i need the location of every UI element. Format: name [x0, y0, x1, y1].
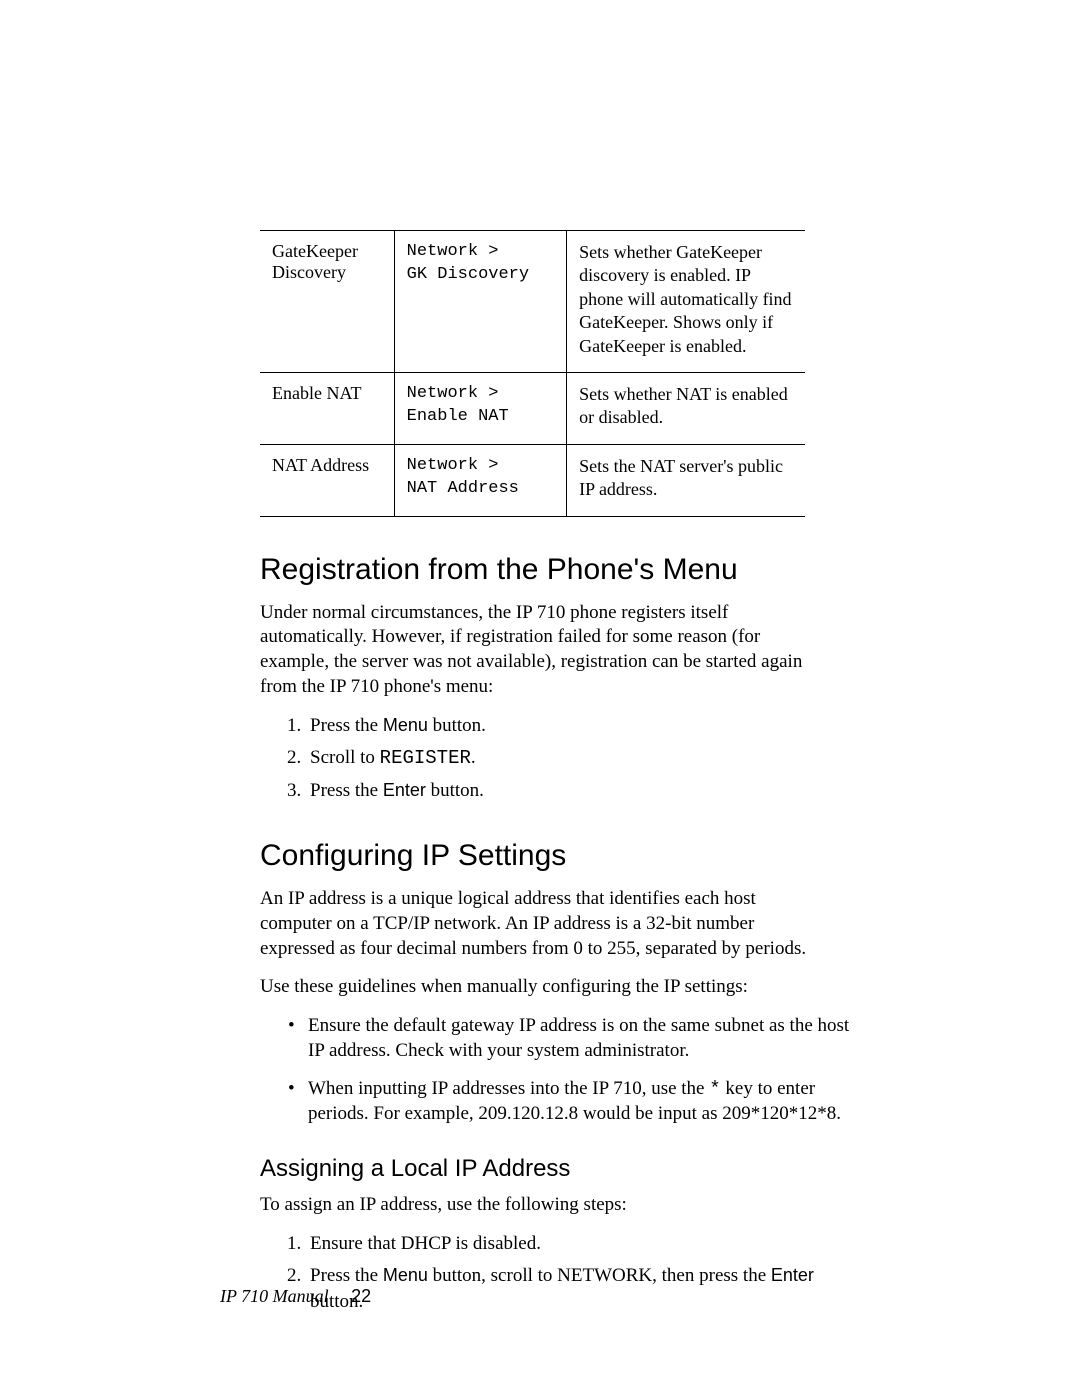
- manual-name: IP 710 Manual: [220, 1286, 329, 1306]
- setting-name: GateKeeper Discovery: [260, 231, 394, 373]
- table-row: GateKeeper Discovery Network > GK Discov…: [260, 231, 805, 373]
- paragraph: Use these guidelines when manually confi…: [260, 975, 820, 1000]
- setting-description: Sets the NAT server's public IP address.: [567, 444, 805, 516]
- list-item: Scroll to REGISTER.: [306, 745, 860, 772]
- settings-table: GateKeeper Discovery Network > GK Discov…: [260, 230, 805, 517]
- bullet-list: Ensure the default gateway IP address is…: [260, 1014, 860, 1127]
- steps-list: Press the Menu button. Scroll to REGISTE…: [260, 713, 860, 803]
- button-label: Menu: [383, 715, 428, 735]
- button-label: Enter: [383, 780, 426, 800]
- setting-description: Sets whether NAT is enabled or disabled.: [567, 372, 805, 444]
- button-label: Menu: [383, 1265, 428, 1285]
- table-row: Enable NAT Network > Enable NAT Sets whe…: [260, 372, 805, 444]
- list-item: Press the Menu button.: [306, 713, 860, 739]
- key-symbol: *: [709, 1078, 720, 1100]
- table-row: NAT Address Network > NAT Address Sets t…: [260, 444, 805, 516]
- setting-name: NAT Address: [260, 444, 394, 516]
- heading-configuring: Configuring IP Settings: [260, 839, 860, 873]
- menu-path: Network > NAT Address: [394, 444, 566, 516]
- list-item: Ensure that DHCP is disabled.: [306, 1231, 860, 1257]
- heading-assigning: Assigning a Local IP Address: [260, 1155, 860, 1183]
- menu-path: Network > GK Discovery: [394, 231, 566, 373]
- button-label: Enter: [771, 1265, 814, 1285]
- heading-registration: Registration from the Phone's Menu: [260, 553, 860, 587]
- list-item: Ensure the default gateway IP address is…: [308, 1014, 860, 1063]
- setting-name: Enable NAT: [260, 372, 394, 444]
- paragraph: To assign an IP address, use the followi…: [260, 1193, 820, 1218]
- setting-description: Sets whether GateKeeper discovery is ena…: [567, 231, 805, 373]
- list-item: Press the Menu button, scroll to NETWORK…: [306, 1263, 860, 1314]
- paragraph: Under normal circumstances, the IP 710 p…: [260, 601, 820, 700]
- page-footer: IP 710 Manual 22: [220, 1286, 371, 1307]
- paragraph: An IP address is a unique logical addres…: [260, 887, 820, 961]
- list-item: When inputting IP addresses into the IP …: [308, 1077, 860, 1126]
- list-item: Press the Enter button.: [306, 778, 860, 804]
- page-number: 22: [351, 1286, 371, 1306]
- menu-path: Network > Enable NAT: [394, 372, 566, 444]
- document-page: GateKeeper Discovery Network > GK Discov…: [0, 0, 1080, 1397]
- menu-code: REGISTER: [380, 747, 471, 769]
